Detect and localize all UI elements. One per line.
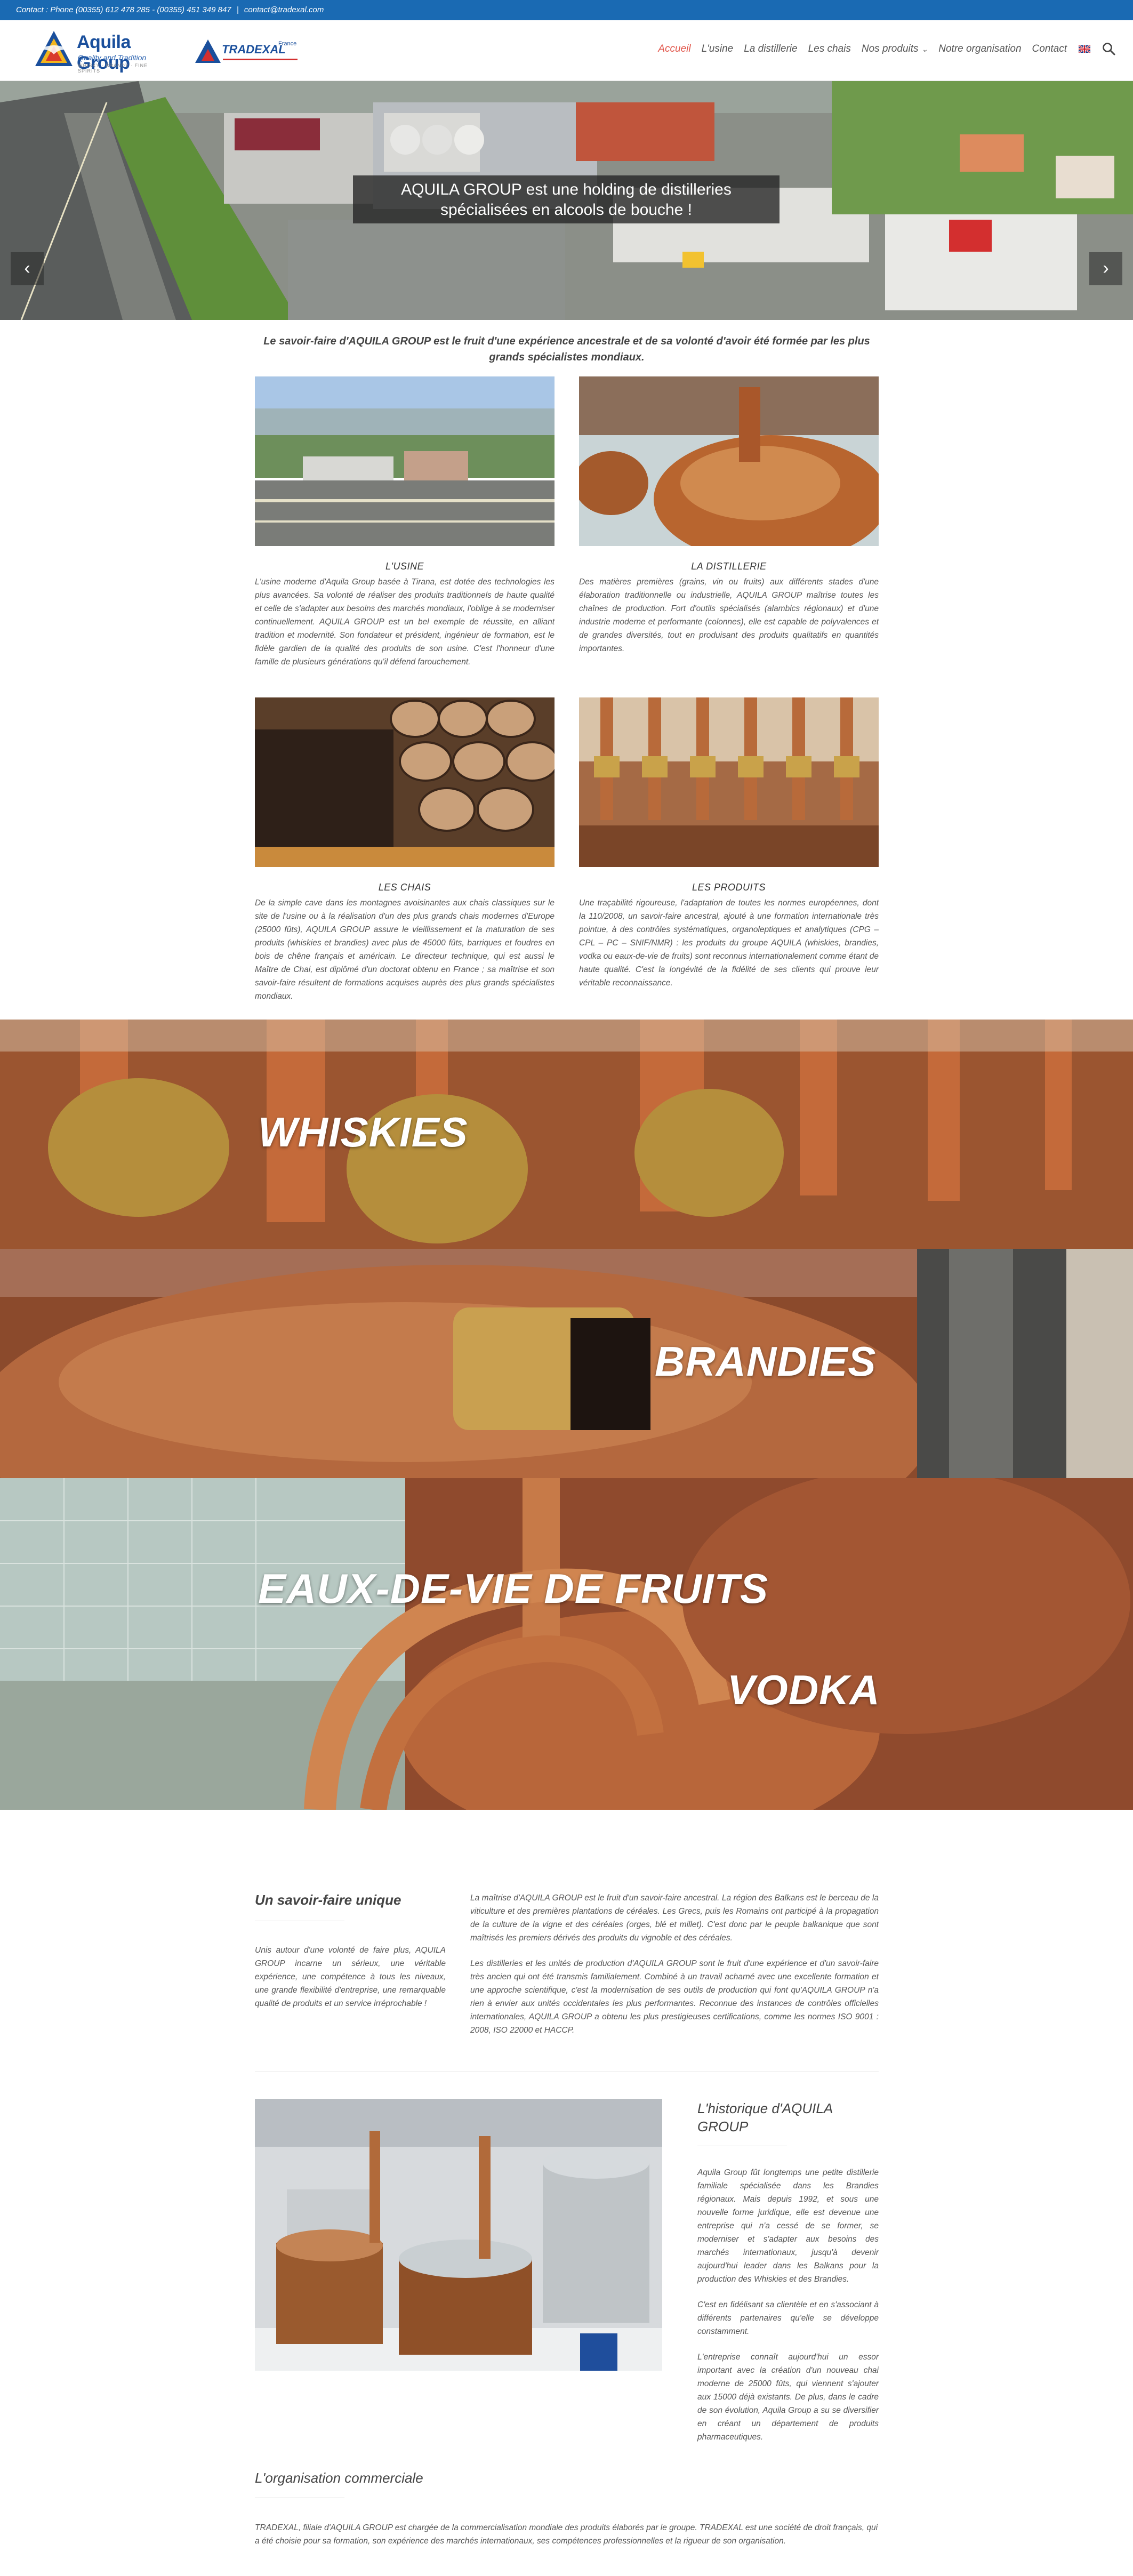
nav-item-contact[interactable]: Contact: [1027, 43, 1072, 55]
search-icon[interactable]: [1101, 41, 1117, 57]
savoir-faire-title: Un savoir-faire unique: [255, 1892, 401, 1908]
historique-paragraph-3: L'entreprise connaît aujourd'hui un esso…: [697, 2353, 879, 2442]
eagle-logo-icon: [35, 31, 73, 66]
block-distillerie-title: LA DISTILLERIE: [691, 561, 767, 572]
usine-image[interactable]: [255, 376, 555, 546]
fruits-vodka-banner-image: [0, 1478, 1133, 1810]
savoir-faire-paragraph-1: La maîtrise d'AQUILA GROUP est le fruit …: [470, 1893, 879, 1943]
block-produits-title: LES PRODUITS: [692, 882, 766, 893]
block-usine-text: L'usine moderne d'Aquila Group basée à T…: [255, 577, 555, 667]
uk-flag-icon[interactable]: [1079, 45, 1090, 53]
contact-email-link[interactable]: contact@tradexal.com: [244, 5, 324, 14]
aquila-logo-tagline: Quality and Tradition: [78, 53, 147, 62]
whiskies-banner-image: [0, 1020, 1133, 1249]
aquila-logo-subtagline: WHISKY · BRANDY · FINE SPIRITS: [78, 63, 148, 74]
block-distillerie: LA DISTILLERIE Des matières premières (g…: [579, 376, 879, 655]
savoir-faire-paragraph-2: Les distilleries et les unités de produc…: [470, 1959, 879, 2035]
main-nav: Accueil L'usine La distillerie Les chais…: [653, 38, 1117, 60]
historique-image[interactable]: [255, 2099, 662, 2371]
banner-vodka-title: VODKA: [727, 1666, 880, 1713]
nav-item-produits-label: Nos produits: [861, 43, 919, 54]
nav-item-chais[interactable]: Les chais: [803, 43, 856, 55]
savoir-faire-left-text: Unis autour d'une volonté de faire plus,…: [255, 1946, 446, 2008]
tradexal-logo[interactable]: TRADEXAL France: [193, 35, 300, 68]
banner-fruits-vodka[interactable]: EAUX-DE-VIE DE FRUITS VODKA: [0, 1478, 1133, 1810]
chais-image[interactable]: [255, 697, 555, 867]
tradexal-mark-icon: [195, 39, 221, 63]
organisation-title: L'organisation commerciale: [255, 2470, 423, 2486]
contact-bar: Contact : Phone (00355) 612 478 285 - (0…: [0, 0, 1133, 20]
slider-prev-button[interactable]: ‹: [11, 252, 44, 285]
banner-whiskies[interactable]: WHISKIES: [0, 1020, 1133, 1249]
hero-slider: AQUILA GROUP est une holding de distille…: [0, 81, 1133, 320]
block-produits: LES PRODUITS Une traçabilité rigoureuse,…: [579, 697, 879, 990]
contact-separator: |: [236, 5, 239, 14]
block-chais: LES CHAIS De la simple cave dans les mon…: [255, 697, 555, 1003]
hero-caption-line2: spécialisées en alcools de bouche !: [440, 201, 692, 219]
historique-title: L'historique d'AQUILA GROUP: [697, 2100, 833, 2134]
brandies-banner-image: [0, 1249, 1133, 1478]
nav-item-accueil[interactable]: Accueil: [653, 43, 696, 55]
hero-caption: AQUILA GROUP est une holding de distille…: [353, 175, 780, 223]
tradexal-logo-underline: [223, 59, 298, 60]
organisation-text: TRADEXAL, filiale d'AQUILA GROUP est cha…: [255, 2523, 878, 2546]
nav-item-produits[interactable]: Nos produits ⌄: [856, 43, 933, 55]
banner-fruits-title: EAUX-DE-VIE DE FRUITS: [258, 1565, 769, 1612]
block-usine-title: L'USINE: [385, 561, 424, 572]
historique-paragraph-1: Aquila Group fût longtemps une petite di…: [697, 2168, 879, 2284]
tradexal-logo-name: TRADEXAL: [222, 43, 286, 56]
block-usine: L'USINE L'usine moderne d'Aquila Group b…: [255, 376, 555, 669]
intro-text: Le savoir-faire d'AQUILA GROUP est le fr…: [263, 335, 870, 363]
chevron-down-icon: ⌄: [921, 45, 928, 53]
block-distillerie-text: Des matières premières (grains, vin ou f…: [579, 577, 879, 653]
savoir-faire-right-text: La maîtrise d'AQUILA GROUP est le fruit …: [470, 1891, 879, 2037]
slider-next-button[interactable]: ›: [1089, 252, 1122, 285]
produits-image[interactable]: [579, 697, 879, 867]
block-chais-text: De la simple cave dans les montagnes avo…: [255, 898, 555, 1001]
nav-item-organisation[interactable]: Notre organisation: [933, 43, 1026, 55]
block-produits-text: Une traçabilité rigoureuse, l'adaptation…: [579, 898, 879, 988]
aquila-logo[interactable]: Aquila Group Quality and Tradition WHISK…: [33, 29, 172, 74]
contact-phone-text: Contact : Phone (00355) 612 478 285 - (0…: [16, 5, 231, 14]
historique-paragraph-2: C'est en fidélisant sa clientèle et en s…: [697, 2300, 879, 2336]
distillerie-image[interactable]: [579, 376, 879, 546]
site-header: Aquila Group Quality and Tradition WHISK…: [0, 20, 1133, 81]
banner-brandies-title: BRANDIES: [655, 1338, 877, 1385]
banner-brandies[interactable]: BRANDIES: [0, 1249, 1133, 1478]
banner-whiskies-title: WHISKIES: [258, 1109, 468, 1155]
nav-item-usine[interactable]: L'usine: [696, 43, 739, 55]
nav-item-distillerie[interactable]: La distillerie: [738, 43, 802, 55]
block-chais-title: LES CHAIS: [378, 882, 431, 893]
historique-text: Aquila Group fût longtemps une petite di…: [697, 2166, 879, 2444]
hero-caption-line1: AQUILA GROUP est une holding de distille…: [401, 181, 732, 198]
tradexal-logo-country: France: [278, 41, 297, 47]
